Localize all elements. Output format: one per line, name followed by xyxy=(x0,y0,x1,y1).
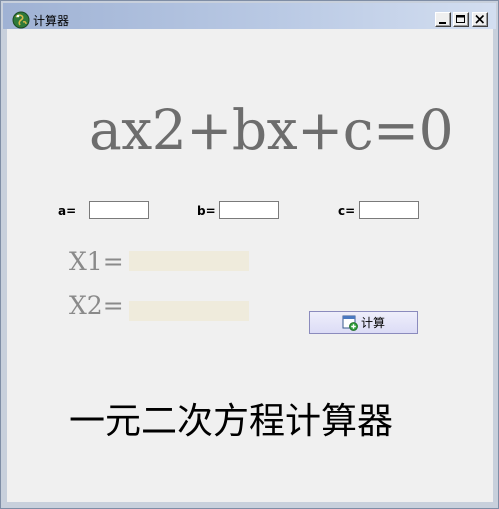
calculate-button-label: 计算 xyxy=(361,316,386,330)
title-bar[interactable]: 计算器 xyxy=(3,3,496,29)
close-icon xyxy=(475,14,485,24)
root-x1-output xyxy=(129,251,249,271)
minimize-icon xyxy=(439,22,446,24)
app-globe-icon xyxy=(12,11,30,29)
coefficient-b-label: b= xyxy=(197,204,216,218)
coefficient-c-label: c= xyxy=(338,204,356,218)
app-name-heading: 一元二次方程计算器 xyxy=(69,401,394,442)
coefficient-a-input[interactable] xyxy=(89,201,149,219)
maximize-icon xyxy=(456,15,465,23)
close-button[interactable] xyxy=(472,12,488,27)
root-x2-output xyxy=(129,301,249,321)
root-x2-label: X2= xyxy=(69,291,124,320)
coefficient-b-input[interactable] xyxy=(219,201,279,219)
coefficient-a-label: a= xyxy=(58,204,77,218)
calculate-button[interactable]: 计算 xyxy=(309,311,418,334)
root-x1-label: X1= xyxy=(69,247,124,276)
application-window: 计算器 ax2+bx+c=0 a= b= c= X1= X2= 计算 一元二次方… xyxy=(0,0,499,509)
maximize-button[interactable] xyxy=(453,12,469,27)
equation-display: ax2+bx+c=0 xyxy=(89,98,454,162)
window-title: 计算器 xyxy=(33,14,70,28)
coefficient-c-input[interactable] xyxy=(359,201,419,219)
client-area: ax2+bx+c=0 a= b= c= X1= X2= 计算 一元二次方程计算器 xyxy=(7,29,493,502)
calculate-icon xyxy=(342,315,358,331)
minimize-button[interactable] xyxy=(435,12,451,27)
